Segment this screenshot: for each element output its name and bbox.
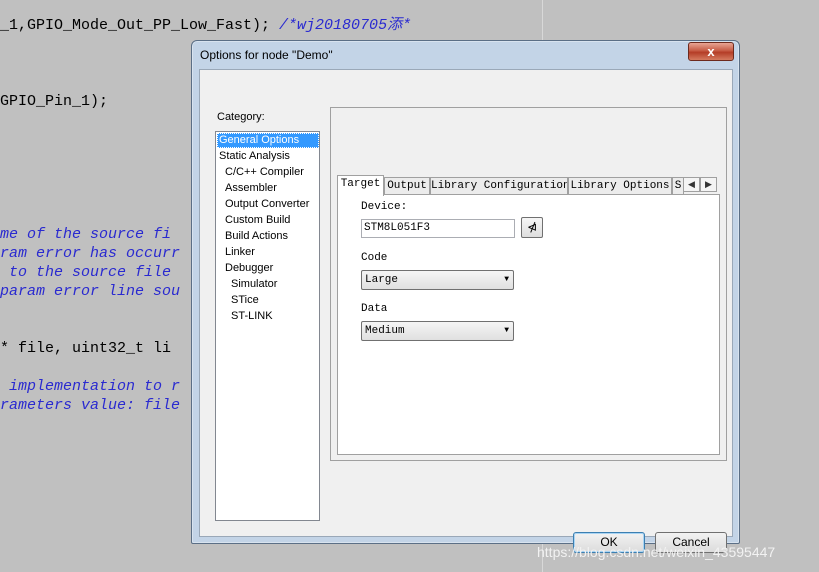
options-panel: Target Output Library Configuration Libr…	[330, 107, 727, 461]
arrow-right-icon: ▶	[705, 179, 712, 189]
code-model-label: Code	[361, 252, 388, 264]
watermark-text: https://blog.csdn.net/weixin_43595447	[537, 544, 776, 560]
category-item-simulator[interactable]: Simulator	[231, 277, 277, 292]
category-label: Category:	[217, 111, 265, 123]
device-select-button[interactable]: ⋪	[521, 217, 543, 238]
code-line: GPIO_Pin_1);	[0, 93, 109, 110]
code-line: _1,GPIO_Mode_Out_PP_Low_Fast); /*wj20180…	[0, 17, 412, 34]
close-button[interactable]: x	[688, 42, 734, 61]
arrow-left-icon: ◀	[688, 179, 695, 189]
code-line: implementation to r	[0, 378, 181, 395]
code-line: * file, uint32_t li	[0, 340, 172, 357]
category-item-assembler[interactable]: Assembler	[225, 181, 277, 196]
category-item-custom-build[interactable]: Custom Build	[225, 213, 290, 228]
category-item-st-link[interactable]: ST-LINK	[231, 309, 273, 324]
category-item-general-options[interactable]: General Options	[217, 133, 319, 148]
dialog-titlebar[interactable]: Options for node "Demo" x	[192, 41, 739, 69]
category-item-static-analysis[interactable]: Static Analysis	[219, 149, 290, 164]
category-item-linker[interactable]: Linker	[225, 245, 255, 260]
data-model-label: Data	[361, 303, 388, 315]
target-tab-page: Device: STM8L051F3 ⋪ Code Large ▼ Data Me…	[337, 194, 720, 455]
code-line: to the source file	[0, 264, 181, 281]
data-model-value: Medium	[365, 325, 405, 337]
category-item-c-cpp-compiler[interactable]: C/C++ Compiler	[225, 165, 304, 180]
category-list[interactable]: General Options Static Analysis C/C++ Co…	[215, 131, 320, 521]
data-model-select[interactable]: Medium ▼	[361, 321, 514, 341]
device-list-icon: ⋪	[526, 220, 538, 234]
code-model-select[interactable]: Large ▼	[361, 270, 514, 290]
chevron-down-icon: ▼	[504, 275, 509, 284]
code-model-value: Large	[365, 274, 399, 286]
code-line: me of the source fi	[0, 226, 172, 243]
tab-strip: Target Output Library Configuration Libr…	[337, 175, 721, 196]
dialog-title: Options for node "Demo"	[200, 48, 333, 62]
tab-output[interactable]: Output	[384, 177, 430, 195]
device-field[interactable]: STM8L051F3	[361, 219, 515, 238]
tab-library-options[interactable]: Library Options	[568, 177, 672, 195]
code-line: rameters value: file	[0, 397, 181, 414]
category-item-build-actions[interactable]: Build Actions	[225, 229, 288, 244]
tab-target[interactable]: Target	[337, 175, 384, 196]
tab-library-configuration[interactable]: Library Configuration	[430, 177, 568, 195]
code-line: param error line sou	[0, 283, 181, 300]
category-item-stice[interactable]: STice	[231, 293, 259, 308]
tab-scroll-left-button[interactable]: ◀	[683, 177, 700, 192]
device-label: Device:	[361, 201, 408, 213]
tab-scroll-control: ◀ ▶	[683, 177, 719, 192]
tab-scroll-right-button[interactable]: ▶	[700, 177, 717, 192]
category-item-output-converter[interactable]: Output Converter	[225, 197, 309, 212]
category-item-debugger[interactable]: Debugger	[225, 261, 273, 276]
close-icon: x	[707, 44, 715, 59]
options-dialog: Options for node "Demo" x Category: Gene…	[191, 40, 740, 553]
dialog-client-area: Category: General Options Static Analysi…	[199, 69, 733, 553]
code-line: ram error has occurr	[0, 245, 181, 262]
chevron-down-icon: ▼	[504, 326, 509, 335]
